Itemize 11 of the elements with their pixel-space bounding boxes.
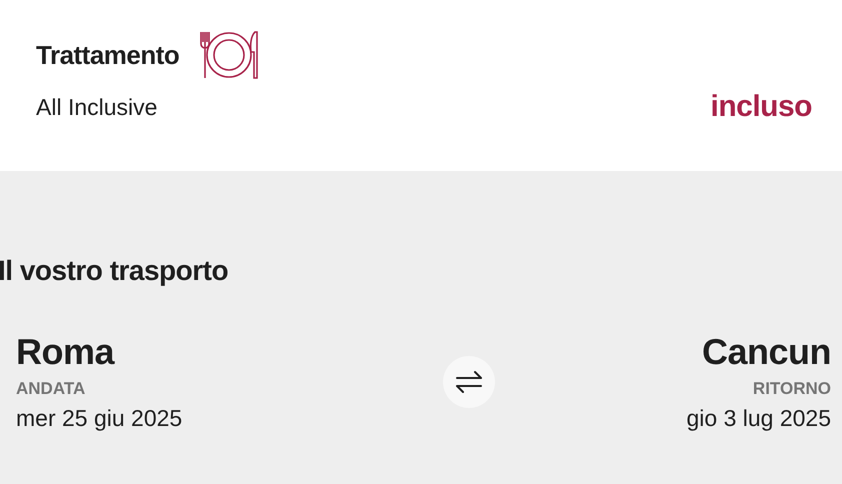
city-name: Roma [16,331,114,373]
board-value: All Inclusive [36,94,158,120]
leg-label: RITORNO [752,379,831,399]
city-name: Cancun [702,331,831,373]
leg-label: ANDATA [16,379,86,399]
travel-date: gio 3 lug 2025 [686,405,831,432]
section-title: Il vostro trasporto [0,255,230,287]
section-title: Trattamento [36,40,180,70]
travel-date: mer 25 giu 2025 [16,405,182,432]
swap-arrows-icon [454,370,482,394]
price-label: incluso [710,90,812,124]
